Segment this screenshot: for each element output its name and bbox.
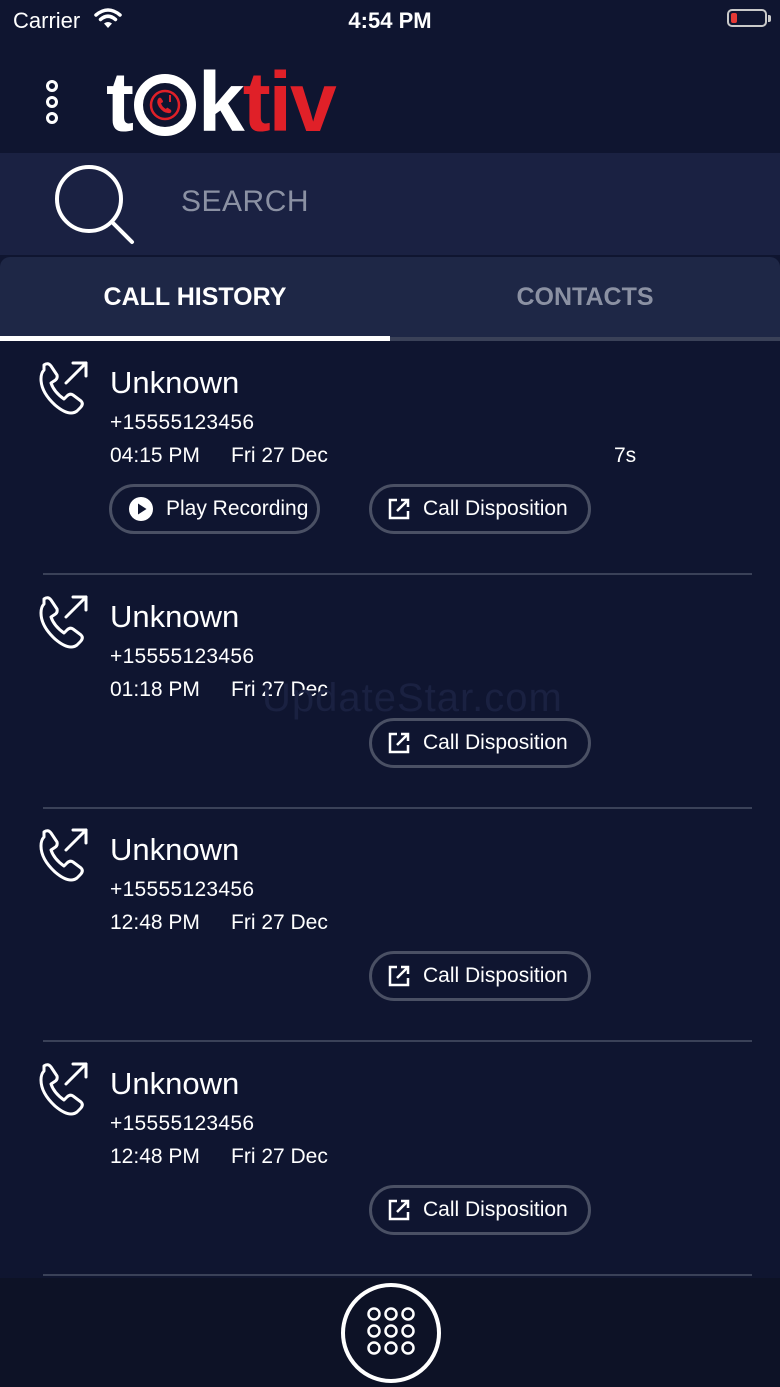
logo-letter-t: t: [106, 55, 134, 149]
call-duration: 7s: [614, 444, 637, 467]
tab-call-history[interactable]: CALL HISTORY: [0, 257, 390, 337]
call-date: Fri 27 Dec: [231, 444, 328, 467]
logo-letter-k: k: [197, 55, 245, 149]
caller-name: Unknown: [110, 832, 240, 867]
tab-bar: CALL HISTORY CONTACTS: [0, 257, 780, 337]
call-time: 04:15 PM: [110, 444, 200, 467]
call-time: 12:48 PM: [110, 911, 200, 934]
play-icon: [128, 496, 154, 522]
call-disposition-label: Call Disposition: [423, 497, 568, 520]
search-icon[interactable]: [52, 162, 138, 253]
caller-name: Unknown: [110, 599, 240, 634]
outgoing-call-icon: [34, 359, 92, 422]
dialpad-button[interactable]: [341, 1283, 441, 1383]
external-link-icon: [387, 497, 411, 521]
search-input[interactable]: SEARCH: [181, 185, 309, 219]
caller-number: +15555123456: [110, 645, 255, 668]
call-history-item[interactable]: Unknown +15555123456 12:48 PM Fri 27 Dec…: [0, 1042, 780, 1276]
play-recording-label: Play Recording: [166, 497, 309, 520]
external-link-icon: [387, 964, 411, 988]
outgoing-call-icon: [34, 826, 92, 889]
call-time: 12:48 PM: [110, 1145, 200, 1168]
battery-low-icon: [727, 9, 771, 27]
call-disposition-button[interactable]: Call Disposition: [369, 1185, 591, 1235]
call-history-item[interactable]: Unknown +15555123456 04:15 PM Fri 27 Dec…: [0, 341, 780, 575]
call-disposition-button[interactable]: Call Disposition: [369, 484, 591, 534]
call-disposition-label: Call Disposition: [423, 964, 568, 987]
call-disposition-label: Call Disposition: [423, 1198, 568, 1221]
call-history-item[interactable]: Unknown +15555123456 12:48 PM Fri 27 Dec…: [0, 808, 780, 1042]
more-vertical-icon[interactable]: [40, 80, 64, 130]
divider: [43, 1274, 752, 1276]
external-link-icon: [387, 1198, 411, 1222]
call-time: 01:18 PM: [110, 678, 200, 701]
play-recording-button[interactable]: Play Recording: [109, 484, 320, 534]
call-date: Fri 27 Dec: [231, 1145, 328, 1168]
watermark: UpdateStar.com: [262, 676, 563, 720]
app-logo: t k tiv: [106, 55, 337, 149]
logo-letters-tiv: tiv: [242, 55, 337, 149]
call-disposition-button[interactable]: Call Disposition: [369, 951, 591, 1001]
clock: 4:54 PM: [348, 8, 432, 33]
caller-name: Unknown: [110, 365, 240, 400]
outgoing-call-icon: [34, 593, 92, 656]
external-link-icon: [387, 731, 411, 755]
call-disposition-button[interactable]: Call Disposition: [369, 718, 591, 768]
caller-number: +15555123456: [110, 878, 255, 901]
dialpad-icon: [366, 1306, 416, 1361]
status-bar: Carrier 4:54 PM: [0, 0, 780, 44]
outgoing-call-icon: [34, 1060, 92, 1123]
caller-name: Unknown: [110, 1066, 240, 1101]
caller-number: +15555123456: [110, 411, 255, 434]
logo-phone-icon: [133, 74, 196, 136]
call-date: Fri 27 Dec: [231, 911, 328, 934]
caller-number: +15555123456: [110, 1112, 255, 1135]
tab-contacts[interactable]: CONTACTS: [390, 257, 780, 337]
call-disposition-label: Call Disposition: [423, 731, 568, 754]
